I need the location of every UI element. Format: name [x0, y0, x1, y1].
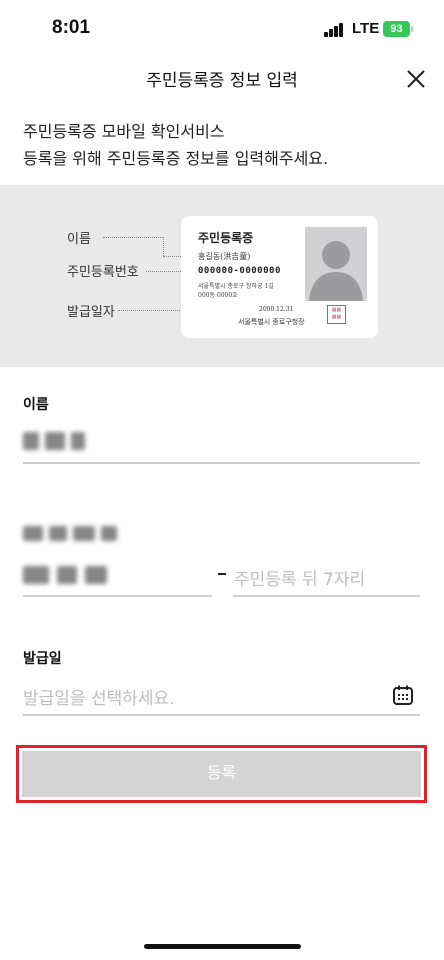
issue-date-input[interactable]: 발급일을 선택하세요. [23, 684, 175, 709]
regno-back-underline [233, 595, 420, 597]
leader-line-name [103, 237, 163, 238]
close-icon [407, 70, 425, 88]
intro-line-2: 등록을 위해 주민등록증 정보를 입력해주세요. [23, 149, 329, 168]
guide-label-regno: 주민등록번호 [67, 265, 139, 280]
card-number: 000000-0000000 [198, 266, 281, 276]
submit-button[interactable]: 등록 [22, 751, 421, 797]
regno-front-input[interactable] [23, 566, 213, 584]
regno-label-redacted [23, 526, 123, 544]
close-button[interactable] [403, 66, 429, 92]
guide-label-name: 이름 [67, 232, 91, 247]
id-card-sample: 주민등록증 홍길동(洪吉童) 000000-0000000 서울특별시 종로구 … [181, 216, 378, 338]
name-label: 이름 [23, 397, 49, 413]
leader-line-name-vertical [163, 237, 164, 256]
intro-line-1: 주민등록증 모바일 확인서비스 [23, 122, 225, 141]
status-time: 8:01 [52, 17, 91, 38]
card-address: 서울특별시 종로구 창하궁 1길 000동 0000호 [198, 282, 318, 300]
guide-label-date: 발급일자 [67, 305, 115, 320]
regno-front-underline [23, 595, 212, 597]
calendar-icon [393, 685, 413, 705]
card-holder-name: 홍길동(洪吉童) [198, 252, 251, 261]
name-underline [23, 462, 420, 464]
card-title: 주민등록증 [198, 231, 254, 245]
battery-tip [411, 26, 413, 32]
network-type: LTE [352, 20, 380, 37]
regno-back-input[interactable]: 주민등록 뒤 7자리 [234, 565, 365, 590]
calendar-button[interactable] [392, 684, 414, 706]
battery-icon: 93 [383, 21, 410, 37]
issue-date-label: 발급일 [23, 651, 62, 667]
page-title: 주민등록증 정보 입력 [146, 71, 298, 91]
id-card-guide: 이름 주민등록번호 발급일자 주민등록증 홍길동(洪吉童) 000000-000… [0, 185, 444, 367]
regno-dash [218, 573, 226, 575]
intro-text: 주민등록증 모바일 확인서비스 등록을 위해 주민등록증 정보를 입력해주세요. [23, 118, 328, 172]
card-issuer: 서울특별시 종로구청장 [238, 318, 305, 326]
issue-date-underline [23, 714, 420, 716]
card-address-line-2: 000동 0000호 [198, 292, 238, 299]
name-input[interactable] [23, 432, 423, 450]
card-issue-date: 2000.12.31 [259, 306, 294, 313]
cellular-signal-icon [324, 23, 344, 37]
seal-icon: ▦▦ ▦▦ [327, 305, 346, 324]
status-bar: 8:01 LTE 93 [0, 0, 444, 56]
home-indicator[interactable] [144, 944, 301, 949]
portrait-placeholder-icon [305, 227, 367, 301]
card-address-line-1: 서울특별시 종로구 창하궁 1길 [198, 283, 274, 290]
